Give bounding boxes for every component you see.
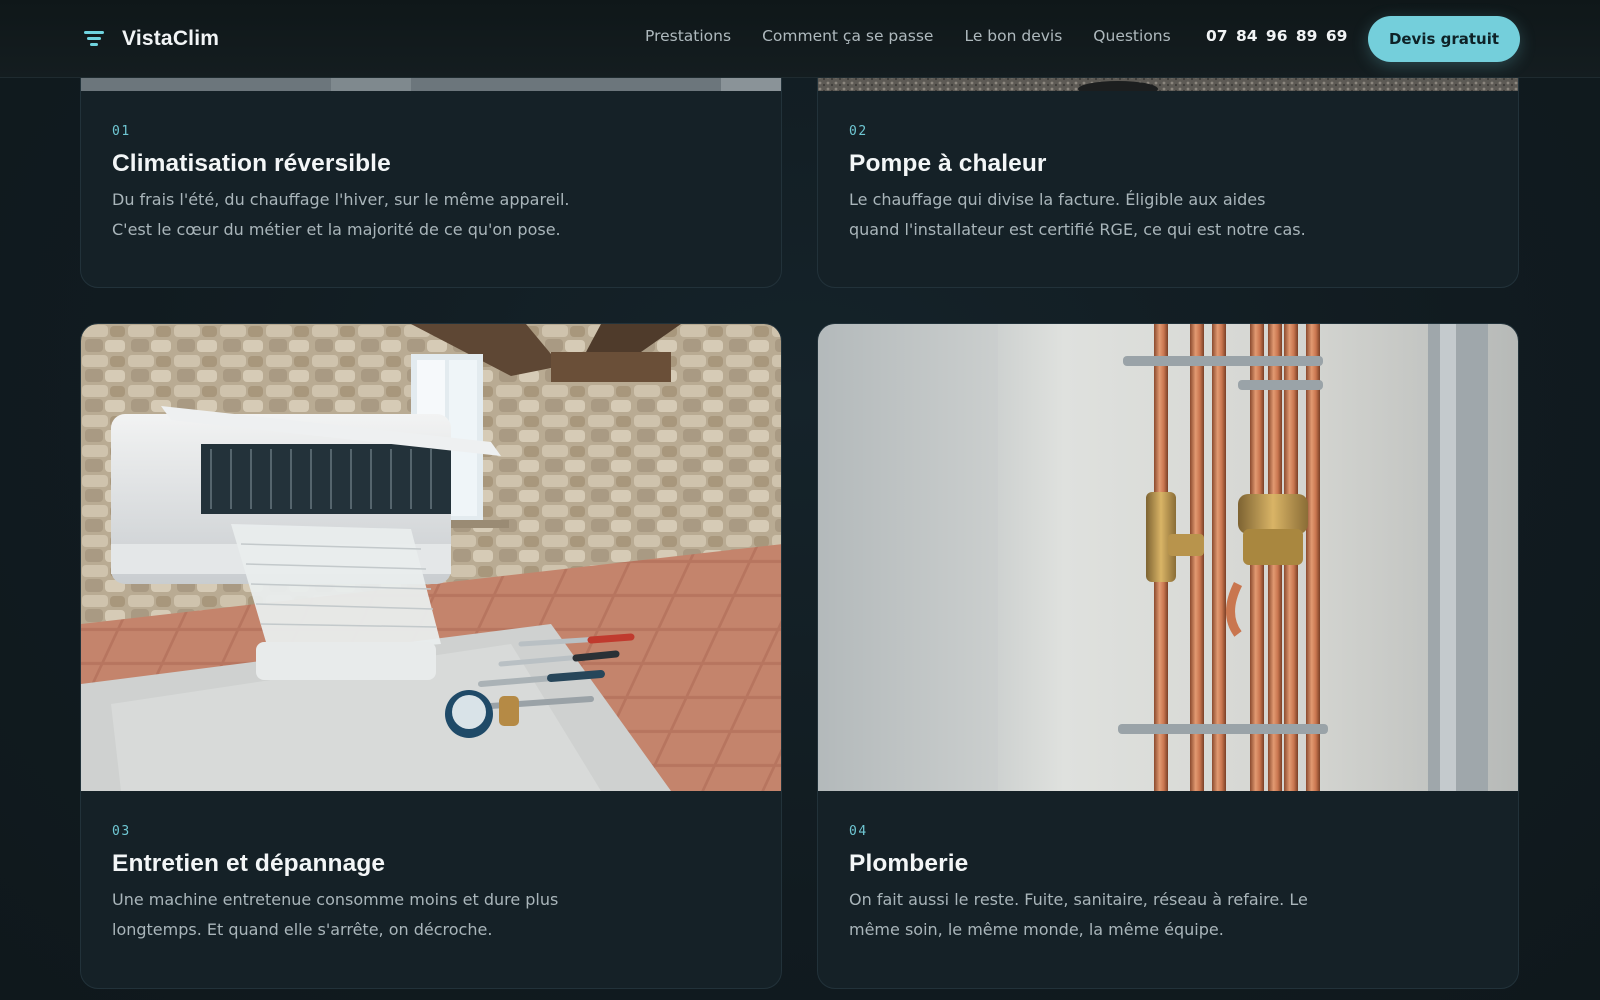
nav-link-quote-guide[interactable]: Le bon devis bbox=[964, 27, 1062, 45]
service-title: Pompe à chaleur bbox=[849, 150, 1047, 177]
service-description: On fait aussi le reste. Fuite, sanitaire… bbox=[849, 885, 1324, 944]
site-header: VistaClim Prestations Comment ça se pass… bbox=[0, 0, 1600, 78]
service-card-04[interactable]: 04 Plomberie On fait aussi le reste. Fui… bbox=[817, 323, 1519, 989]
brand-logo[interactable]: VistaClim bbox=[84, 24, 219, 54]
service-body-01: 01 Climatisation réversible Du frais l'é… bbox=[112, 124, 750, 244]
service-number: 03 bbox=[112, 824, 131, 839]
service-number: 01 bbox=[112, 124, 131, 139]
free-quote-button[interactable]: Devis gratuit bbox=[1368, 16, 1520, 62]
filter-lines-icon bbox=[84, 30, 106, 48]
service-title: Climatisation réversible bbox=[112, 150, 391, 177]
nav-link-prestations[interactable]: Prestations bbox=[645, 27, 731, 45]
service-description-line: Du frais l'été, du chauffage l'hiver, su… bbox=[112, 190, 570, 209]
service-description-line: quand l'installateur est certifié RGE, c… bbox=[849, 219, 1306, 239]
service-description-line: longtemps. Et quand elle s'arrête, on dé… bbox=[112, 919, 493, 939]
service-title: Entretien et dépannage bbox=[112, 850, 386, 877]
service-description-line: même soin, le même monde, la même équipe… bbox=[849, 919, 1224, 939]
service-description-line: Le chauffage qui divise la facture. Élig… bbox=[849, 190, 1266, 209]
service-card-03[interactable]: 03 Entretien et dépannage Une machine en… bbox=[80, 323, 782, 989]
service-description-line: Une machine entretenue consomme moins et… bbox=[112, 890, 559, 909]
service-body-02: 02 Pompe à chaleur Le chauffage qui divi… bbox=[849, 124, 1487, 244]
phone-number[interactable]: 07 84 96 89 69 bbox=[1206, 27, 1347, 45]
service-description-line: On fait aussi le reste. Fuite, sanitaire… bbox=[849, 890, 1308, 909]
service-description: Le chauffage qui divise la facture. Élig… bbox=[849, 185, 1324, 244]
service-body-04: 04 Plomberie On fait aussi le reste. Fui… bbox=[849, 824, 1487, 944]
service-title: Plomberie bbox=[849, 850, 969, 877]
nav-link-process[interactable]: Comment ça se passe bbox=[762, 27, 933, 45]
service-body-03: 03 Entretien et dépannage Une machine en… bbox=[112, 824, 750, 944]
copper-pipes-photo bbox=[818, 324, 1518, 791]
service-number: 04 bbox=[849, 824, 868, 839]
main-nav: Prestations Comment ça se passe Le bon d… bbox=[645, 27, 1171, 45]
service-description-line: C'est le cœur du métier et la majorité d… bbox=[112, 219, 561, 239]
service-description: Une machine entretenue consomme moins et… bbox=[112, 885, 587, 944]
nav-link-questions[interactable]: Questions bbox=[1093, 27, 1170, 45]
ac-unit-maintenance-photo bbox=[81, 324, 781, 791]
service-description: Du frais l'été, du chauffage l'hiver, su… bbox=[112, 185, 587, 244]
brand-name: VistaClim bbox=[122, 27, 220, 50]
service-number: 02 bbox=[849, 124, 868, 139]
